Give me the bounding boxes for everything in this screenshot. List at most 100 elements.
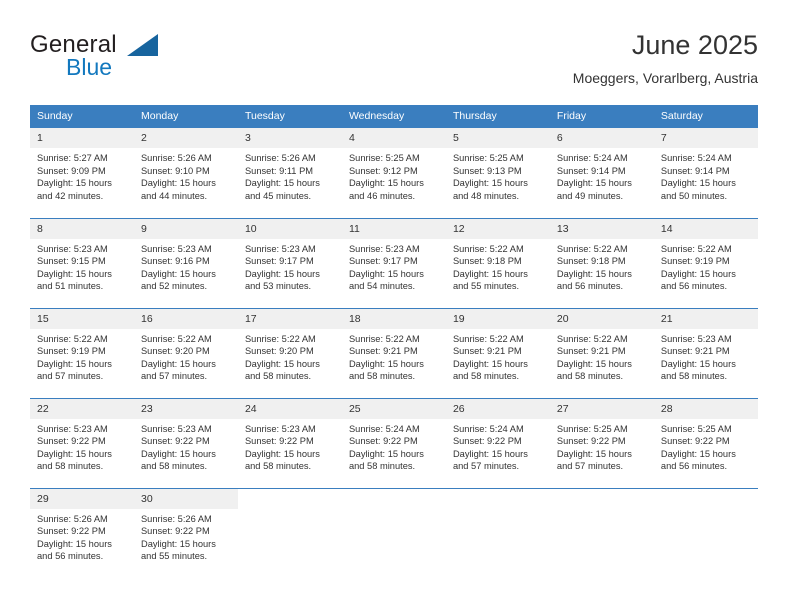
day-details: Sunrise: 5:24 AM Sunset: 9:22 PM Daylight:… [446,419,550,473]
sunrise-time: Sunrise: 5:26 AM [37,513,108,524]
weekday-header-tuesday: Tuesday [237,105,342,128]
calendar-day-cell[interactable]: 20 Sunrise: 5:22 AM Sunset: 9:21 PM Dayligh… [549,307,654,398]
day-number: 11 [341,218,446,239]
sunset-time: Sunset: 9:22 PM [660,436,730,447]
day-details: Sunrise: 5:25 AM Sunset: 9:13 PM Daylight:… [446,148,550,202]
calendar-day-cell[interactable]: 30 Sunrise: 5:26 AM Sunset: 9:22 PM Dayligh… [133,487,238,579]
calendar-day-cell[interactable]: 10 Sunrise: 5:23 AM Sunset: 9:17 PM Dayligh… [237,217,342,308]
calendar-day-cell[interactable]: 19 Sunrise: 5:22 AM Sunset: 9:21 PM Dayligh… [445,307,550,398]
calendar-day-cell[interactable]: 26 Sunrise: 5:24 AM Sunset: 9:22 PM Dayligh… [445,397,550,488]
calendar-day-cell[interactable]: 8 Sunrise: 5:23 AM Sunset: 9:15 PM Daylight… [30,217,134,308]
daylight-duration-line1: Daylight: 15 hours [244,268,320,279]
daylight-duration-line1: Daylight: 15 hours [556,178,632,189]
day-details: Sunrise: 5:25 AM Sunset: 9:12 PM Daylight:… [342,148,446,202]
day-number: 18 [341,308,446,329]
calendar-day-cell-empty [653,487,758,579]
weekday-header-sunday: Sunday [30,105,134,128]
sunrise-time: Sunrise: 5:22 AM [348,333,420,344]
day-details: Sunrise: 5:23 AM Sunset: 9:22 PM Daylight:… [238,419,342,473]
sunrise-time: Sunrise: 5:23 AM [37,243,108,254]
sunset-time: Sunset: 9:22 PM [37,526,106,537]
calendar-day-cell-empty [549,487,654,579]
sunrise-time: Sunrise: 5:24 AM [556,153,628,163]
calendar-day-cell[interactable]: 3 Sunrise: 5:26 AM Sunset: 9:11 PM Daylight… [237,128,342,218]
calendar-day-cell[interactable]: 17 Sunrise: 5:22 AM Sunset: 9:20 PM Dayligh… [237,307,342,398]
calendar-day-cell[interactable]: 9 Sunrise: 5:23 AM Sunset: 9:16 PM Daylight… [133,217,238,308]
calendar-day-cell[interactable]: 14 Sunrise: 5:22 AM Sunset: 9:19 PM Dayligh… [653,217,758,308]
day-number: 10 [237,218,342,239]
day-details: Sunrise: 5:23 AM Sunset: 9:16 PM Daylight:… [134,239,238,293]
calendar-day-cell[interactable]: 28 Sunrise: 5:25 AM Sunset: 9:22 PM Dayligh… [653,397,758,488]
page-header: General Blue June 2025 Moeggers, Vorarlb… [30,28,758,98]
daylight-duration-line2: and 53 minutes. [244,281,312,292]
daylight-duration-line1: Daylight: 15 hours [348,268,424,279]
calendar-day-cell[interactable]: 2 Sunrise: 5:26 AM Sunset: 9:10 PM Daylight… [133,128,238,218]
sunrise-time: Sunrise: 5:22 AM [452,243,524,254]
sunset-time: Sunset: 9:14 PM [660,165,730,176]
weekday-header-wednesday: Wednesday [341,105,446,128]
daylight-duration-line1: Daylight: 15 hours [556,448,632,459]
day-number: 2 [133,128,238,148]
calendar-day-cell[interactable]: 6 Sunrise: 5:24 AM Sunset: 9:14 PM Daylight… [549,128,654,218]
calendar-day-cell[interactable]: 29 Sunrise: 5:26 AM Sunset: 9:22 PM Dayligh… [30,487,134,579]
calendar-week-row: 22 Sunrise: 5:23 AM Sunset: 9:22 PM Dayligh… [30,397,758,488]
day-number: 20 [549,308,654,329]
weekday-header-thursday: Thursday [445,105,550,128]
calendar-day-cell[interactable]: 21 Sunrise: 5:23 AM Sunset: 9:21 PM Dayligh… [653,307,758,398]
sunset-time: Sunset: 9:22 PM [140,436,210,447]
day-details: Sunrise: 5:26 AM Sunset: 9:22 PM Daylight:… [30,509,134,563]
sunrise-time: Sunrise: 5:23 AM [660,333,732,344]
sunset-time: Sunset: 9:13 PM [452,165,522,176]
day-number: 26 [445,398,550,419]
calendar-day-cell[interactable]: 16 Sunrise: 5:22 AM Sunset: 9:20 PM Dayligh… [133,307,238,398]
calendar-day-cell[interactable]: 4 Sunrise: 5:25 AM Sunset: 9:12 PM Daylight… [341,128,446,218]
calendar-day-cell[interactable]: 15 Sunrise: 5:22 AM Sunset: 9:19 PM Dayligh… [30,307,134,398]
daylight-duration-line1: Daylight: 15 hours [660,448,736,459]
daylight-duration-line1: Daylight: 15 hours [452,178,528,189]
day-number: 6 [549,128,654,148]
sunset-time: Sunset: 9:22 PM [452,436,522,447]
calendar-day-cell[interactable]: 5 Sunrise: 5:25 AM Sunset: 9:13 PM Daylight… [445,128,550,218]
sunset-time: Sunset: 9:12 PM [348,165,418,176]
sunset-time: Sunset: 9:22 PM [556,436,626,447]
daylight-duration-line2: and 58 minutes. [37,461,104,472]
day-details: Sunrise: 5:23 AM Sunset: 9:21 PM Daylight:… [654,329,758,383]
calendar-day-cell[interactable]: 23 Sunrise: 5:23 AM Sunset: 9:22 PM Dayligh… [133,397,238,488]
day-number: 27 [549,398,654,419]
daylight-duration-line2: and 56 minutes. [660,281,728,292]
day-number: 13 [549,218,654,239]
daylight-duration-line1: Daylight: 15 hours [140,538,216,549]
daylight-duration-line2: and 58 minutes. [244,371,312,382]
calendar-day-cell[interactable]: 12 Sunrise: 5:22 AM Sunset: 9:18 PM Dayligh… [445,217,550,308]
sunrise-time: Sunrise: 5:27 AM [37,153,108,163]
sunset-time: Sunset: 9:20 PM [140,346,210,357]
day-number: 8 [30,218,134,239]
calendar-day-cell[interactable]: 27 Sunrise: 5:25 AM Sunset: 9:22 PM Dayligh… [549,397,654,488]
daylight-duration-line1: Daylight: 15 hours [556,358,632,369]
sunset-time: Sunset: 9:21 PM [348,346,418,357]
calendar-week-row: 8 Sunrise: 5:23 AM Sunset: 9:15 PM Daylight… [30,217,758,308]
daylight-duration-line2: and 57 minutes. [140,371,208,382]
calendar-day-cell[interactable]: 24 Sunrise: 5:23 AM Sunset: 9:22 PM Dayligh… [237,397,342,488]
daylight-duration-line2: and 51 minutes. [37,281,104,292]
calendar-day-cell[interactable]: 7 Sunrise: 5:24 AM Sunset: 9:14 PM Daylight… [653,128,758,218]
general-blue-logo[interactable]: General Blue [30,32,250,90]
sunset-time: Sunset: 9:20 PM [244,346,314,357]
day-details: Sunrise: 5:24 AM Sunset: 9:22 PM Daylight:… [342,419,446,473]
sunrise-time: Sunrise: 5:25 AM [348,153,420,163]
day-number: 22 [30,398,134,419]
sunset-time: Sunset: 9:22 PM [244,436,314,447]
sunset-time: Sunset: 9:18 PM [556,256,626,267]
day-number: 24 [237,398,342,419]
sunrise-time: Sunrise: 5:25 AM [452,153,524,163]
calendar-day-cell[interactable]: 18 Sunrise: 5:22 AM Sunset: 9:21 PM Dayligh… [341,307,446,398]
sunrise-time: Sunrise: 5:22 AM [244,333,316,344]
calendar-day-cell[interactable]: 1 Sunrise: 5:27 AM Sunset: 9:09 PM Daylight… [30,128,134,218]
calendar-day-cell[interactable]: 25 Sunrise: 5:24 AM Sunset: 9:22 PM Dayligh… [341,397,446,488]
calendar-day-cell[interactable]: 11 Sunrise: 5:23 AM Sunset: 9:17 PM Dayligh… [341,217,446,308]
sunrise-time: Sunrise: 5:22 AM [556,333,628,344]
calendar-day-cell[interactable]: 22 Sunrise: 5:23 AM Sunset: 9:22 PM Dayligh… [30,397,134,488]
daylight-duration-line1: Daylight: 15 hours [348,178,424,189]
calendar-day-cell[interactable]: 13 Sunrise: 5:22 AM Sunset: 9:18 PM Dayligh… [549,217,654,308]
day-number: 7 [653,128,758,148]
